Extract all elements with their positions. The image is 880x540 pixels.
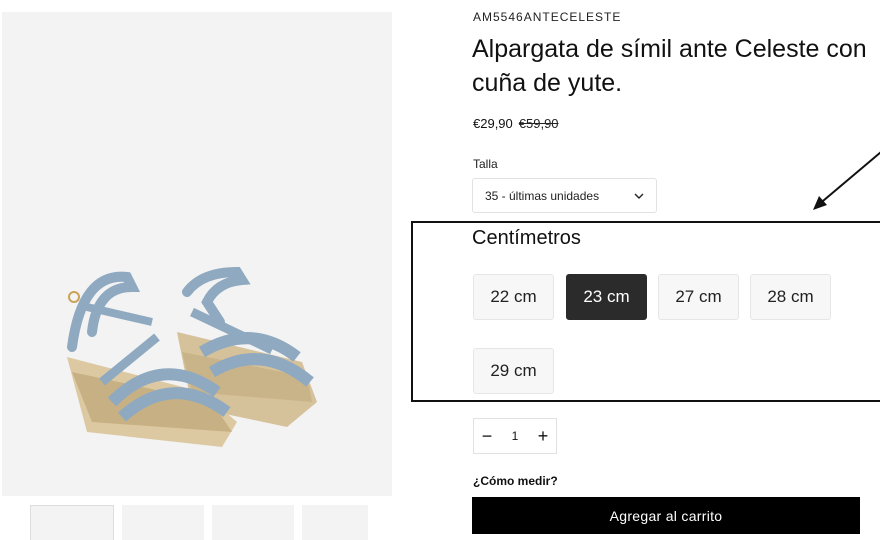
size-label: Talla xyxy=(473,157,498,171)
product-price: €29,90 €59,90 xyxy=(473,116,559,131)
thumbnail-2[interactable] xyxy=(122,505,204,540)
quantity-stepper: − 1 + xyxy=(473,418,557,454)
size-select-value: 35 - últimas unidades xyxy=(485,188,600,203)
thumbnail-strip xyxy=(30,505,368,540)
cm-option-22[interactable]: 22 cm xyxy=(473,274,554,320)
current-price: €29,90 xyxy=(473,116,513,131)
cm-option-23[interactable]: 23 cm xyxy=(566,274,647,320)
thumbnail-3[interactable] xyxy=(212,505,294,540)
thumbnail-1[interactable] xyxy=(30,505,114,540)
product-sku: AM5546ANTECELESTE xyxy=(473,10,622,24)
thumbnail-4[interactable] xyxy=(302,505,368,540)
product-image[interactable] xyxy=(2,12,392,496)
quantity-increase-button[interactable]: + xyxy=(536,427,550,445)
annotation-arrow xyxy=(813,151,880,210)
add-to-cart-button[interactable]: Agregar al carrito xyxy=(472,497,860,534)
old-price: €59,90 xyxy=(518,116,559,131)
product-page: AM5546ANTECELESTE Alpargata de símil ant… xyxy=(0,0,880,540)
cm-option-29[interactable]: 29 cm xyxy=(473,348,554,394)
size-select[interactable]: 35 - últimas unidades xyxy=(472,178,657,213)
quantity-value[interactable]: 1 xyxy=(512,429,519,443)
chevron-down-icon xyxy=(634,193,644,199)
cm-option-28[interactable]: 28 cm xyxy=(750,274,831,320)
product-title: Alpargata de símil ante Celeste con cuña… xyxy=(472,35,867,97)
espadrille-sandal-image xyxy=(67,266,317,447)
centimeters-title: Centímetros xyxy=(472,227,581,249)
cm-option-27[interactable]: 27 cm xyxy=(658,274,739,320)
quantity-decrease-button[interactable]: − xyxy=(480,427,494,445)
how-to-measure-link[interactable]: ¿Cómo medir? xyxy=(473,474,558,488)
